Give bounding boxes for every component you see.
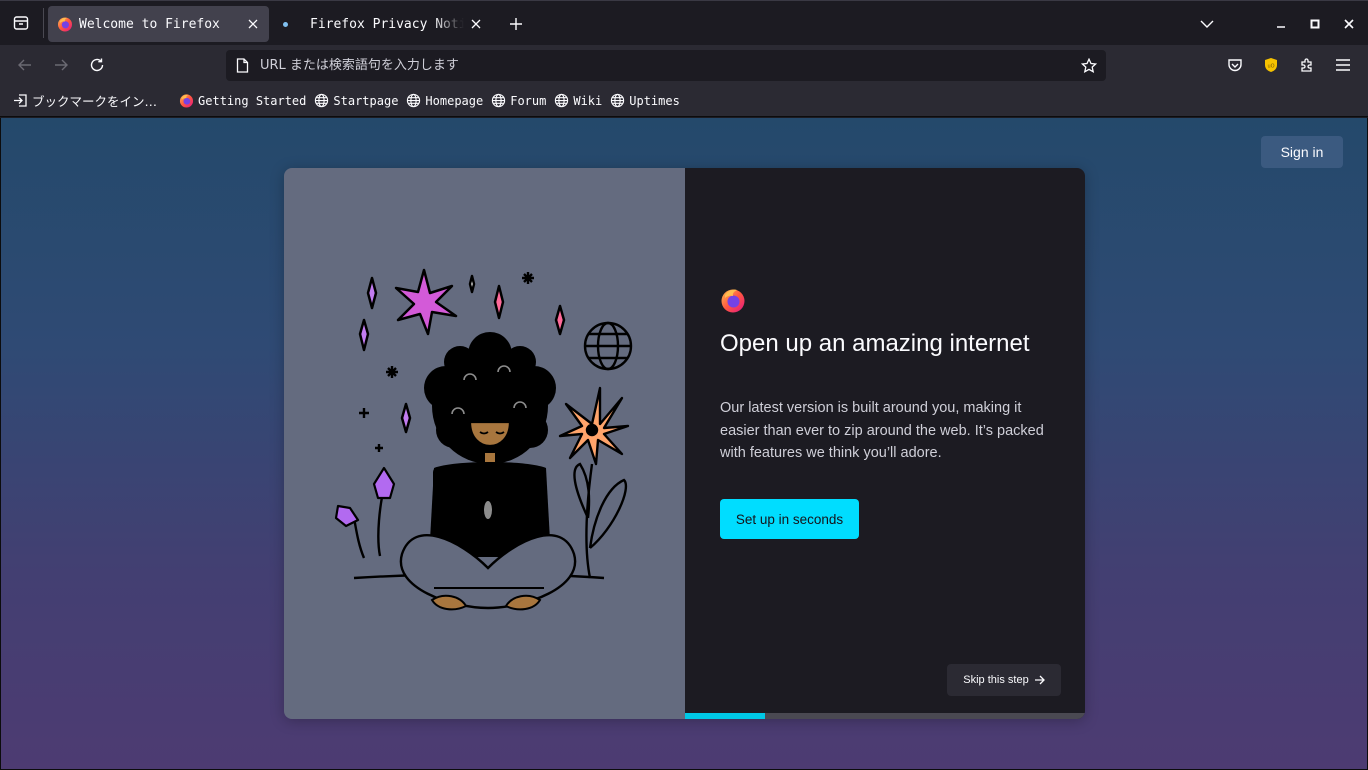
bookmark-getting-started[interactable]: Getting Started (175, 89, 310, 113)
reload-button[interactable] (82, 50, 112, 80)
import-bookmarks-button[interactable]: ブックマークをイン… (9, 89, 161, 113)
minimize-button[interactable] (1267, 10, 1295, 38)
plus-icon (510, 18, 522, 30)
chevron-down-icon (1200, 20, 1214, 28)
person-with-laptop-illustration (334, 268, 633, 611)
minimize-icon (1277, 26, 1285, 28)
globe-icon (554, 93, 569, 108)
globe-icon (314, 93, 329, 108)
ublock-origin-button[interactable]: uO (1256, 50, 1286, 80)
tab-separator (43, 8, 44, 38)
bookmark-label: Homepage (425, 93, 484, 108)
arrow-left-icon (18, 59, 31, 71)
set-up-button[interactable]: Set up in seconds (720, 499, 859, 539)
sign-in-button[interactable]: Sign in (1261, 136, 1343, 168)
navigation-toolbar: uO (0, 45, 1368, 85)
globe-icon (406, 93, 421, 108)
pocket-button[interactable] (1220, 50, 1250, 80)
menu-button[interactable] (1328, 50, 1358, 80)
close-icon (471, 19, 481, 29)
list-all-tabs-button[interactable] (1193, 10, 1221, 38)
ublock-shield-icon: uO (1265, 58, 1277, 72)
firefox-icon (58, 17, 72, 32)
tab-title: Firefox Privacy Notice — Mozilla (310, 16, 464, 32)
illustration-panel (284, 168, 685, 719)
firefox-logo-icon (721, 289, 745, 313)
loading-dot-icon (277, 16, 293, 32)
arrow-right-icon (55, 59, 68, 71)
tab-close-button[interactable] (241, 12, 265, 36)
content-panel: Open up an amazing internet Our latest v… (685, 168, 1085, 719)
globe-icon (610, 93, 625, 108)
bookmark-label: Wiki (573, 93, 603, 108)
url-input[interactable] (260, 58, 1077, 73)
import-bookmarks-label: ブックマークをイン… (32, 94, 158, 109)
maximize-button[interactable] (1301, 10, 1329, 38)
onboarding-description: Our latest version is built around you, … (720, 400, 1044, 461)
bookmark-homepage[interactable]: Homepage (402, 89, 487, 113)
bookmark-label: Uptimes (629, 93, 680, 108)
skip-step-button[interactable]: Skip this step (947, 664, 1061, 696)
import-icon (13, 93, 28, 108)
bookmark-startpage[interactable]: Startpage (310, 89, 402, 113)
hamburger-menu-icon (1336, 59, 1350, 71)
onboarding-progress-bar (685, 713, 1085, 719)
progress-fill (685, 713, 765, 719)
tab-title: Welcome to Firefox (79, 16, 220, 32)
forward-button[interactable] (46, 50, 76, 80)
globe-icon (491, 93, 506, 108)
bookmark-uptimes[interactable]: Uptimes (606, 89, 684, 113)
svg-text:uO: uO (1267, 64, 1274, 70)
back-button[interactable] (10, 50, 40, 80)
reload-icon (90, 58, 104, 72)
tab-welcome[interactable]: Welcome to Firefox (48, 6, 269, 42)
bookmark-label: Forum (510, 93, 547, 108)
close-window-button[interactable] (1335, 10, 1363, 38)
pocket-icon (1228, 59, 1242, 72)
puzzle-icon (1301, 58, 1312, 72)
new-tab-button[interactable] (502, 10, 530, 38)
firefox-icon (179, 93, 194, 108)
firefox-view-icon (13, 16, 29, 30)
bookmark-label: Getting Started (198, 93, 307, 108)
arrow-right-icon (1034, 675, 1045, 685)
url-bar[interactable] (226, 50, 1106, 81)
star-icon (1081, 57, 1097, 73)
bookmark-wiki[interactable]: Wiki (550, 89, 606, 113)
bookmark-star-button[interactable] (1077, 54, 1101, 78)
onboarding-card: Open up an amazing internet Our latest v… (284, 168, 1085, 719)
tab-privacy-notice[interactable]: Firefox Privacy Notice — Mozilla (272, 6, 492, 42)
bookmark-forum[interactable]: Forum (487, 89, 550, 113)
tab-strip: Welcome to Firefox Firefox Privacy Notic… (0, 0, 1368, 45)
close-icon (248, 19, 258, 29)
page-icon (234, 58, 250, 74)
close-icon (1344, 19, 1354, 29)
page-content: Sign in Open up an amazing internet Our … (0, 118, 1368, 770)
firefox-view-button[interactable] (6, 8, 36, 38)
bookmarks-toolbar: ブックマークをイン… Getting Started Startpage Hom… (0, 85, 1368, 117)
skip-step-label: Skip this step (963, 674, 1029, 686)
onboarding-headline: Open up an amazing internet (720, 330, 1030, 357)
tab-close-button[interactable] (464, 12, 488, 36)
extensions-button[interactable] (1292, 50, 1322, 80)
bookmark-label: Startpage (333, 93, 399, 108)
maximize-icon (1310, 19, 1320, 29)
